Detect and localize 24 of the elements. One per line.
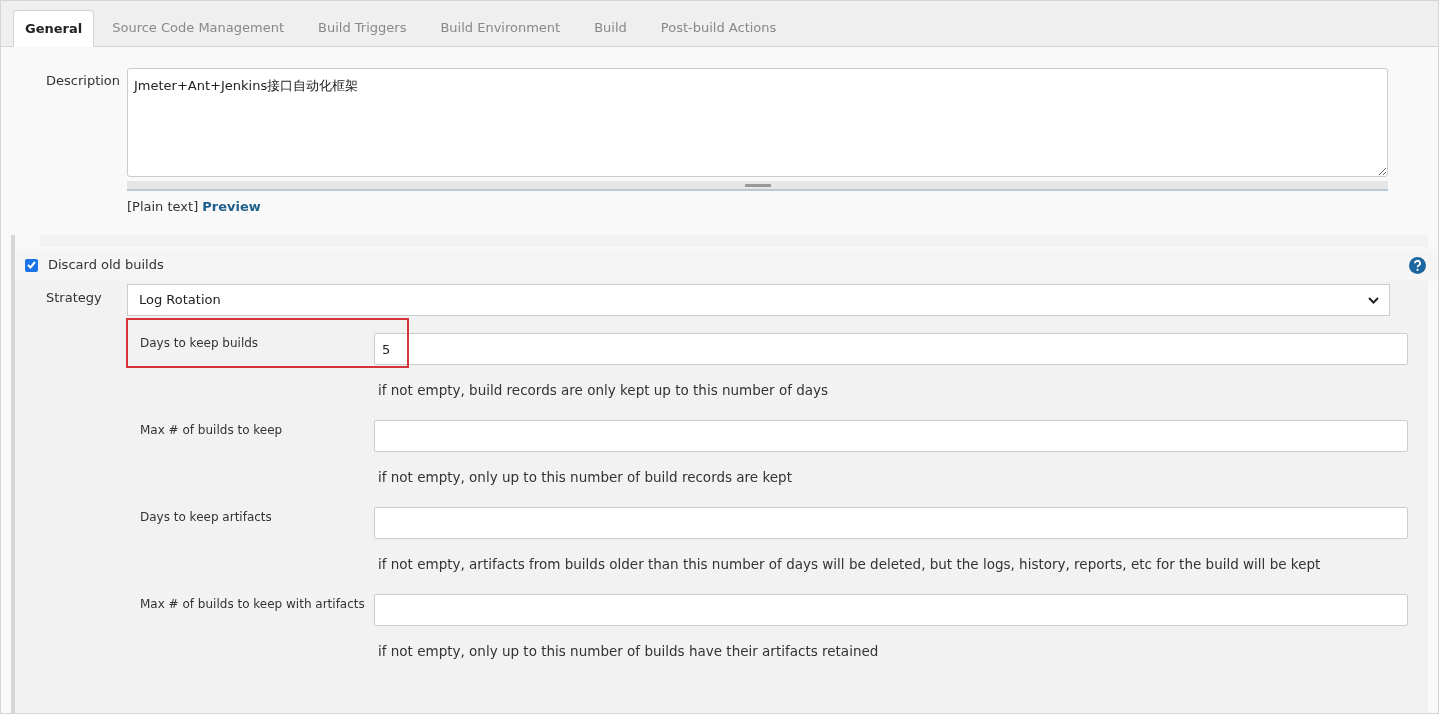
tab[interactable]: General — [13, 10, 95, 47]
help-text: if not empty, only up to this number of builds have their artifacts retained — [378, 642, 879, 660]
help-text: if not empty, artifacts from builds older than this number of days will be deleted, but the logs, history, reports, etc for the build will be kept — [378, 555, 1321, 573]
resize-handle[interactable] — [127, 181, 1388, 191]
description-label: Description — [46, 72, 122, 90]
field-label: Max # of builds to keep — [139, 422, 284, 438]
strategy-label: Strategy — [46, 289, 103, 307]
input-field[interactable] — [374, 594, 1408, 626]
field-label: Max # of builds to keep with artifacts — [139, 596, 366, 612]
strategy-dropdown[interactable]: Log Rotation — [127, 284, 1390, 316]
help-text: if not empty, only up to this number of build records are kept — [378, 468, 792, 486]
field-label: Days to keep artifacts — [139, 509, 273, 525]
input-field[interactable] — [374, 507, 1408, 539]
format-label: [Plain text] — [127, 199, 199, 215]
help-icon[interactable] — [1409, 256, 1426, 274]
discard-checkbox[interactable] — [25, 258, 38, 272]
preview-link[interactable]: Preview — [202, 199, 261, 215]
help-text: if not empty, build records are only kept up to this number of days — [378, 381, 829, 399]
caret-icon — [1368, 296, 1379, 304]
input-field[interactable]: 5 — [374, 333, 1408, 365]
description-field[interactable]: Jmeter+Ant+Jenkins接口自动化框架 — [127, 68, 1388, 177]
checkbox-label: Discard old builds — [48, 256, 164, 275]
field-label: Days to keep builds — [139, 335, 260, 351]
input-field[interactable] — [374, 420, 1408, 452]
